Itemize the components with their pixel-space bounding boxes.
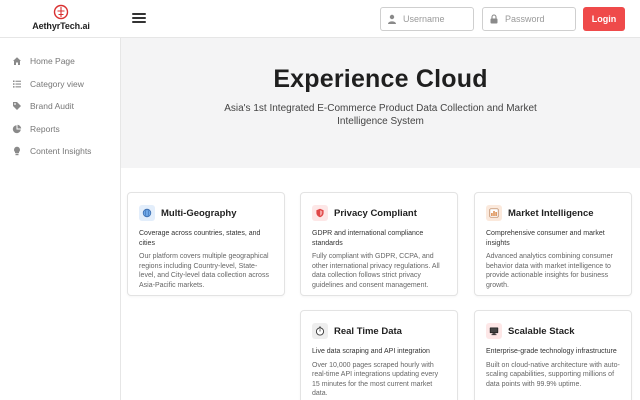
card-body: Over 10,000 pages scraped hourly with re…: [312, 361, 439, 398]
lightbulb-icon: [12, 146, 22, 156]
card-body: Fully compliant with GDPR, CCPA, and oth…: [312, 253, 440, 289]
lock-icon: [489, 14, 499, 24]
timer-icon: [312, 323, 328, 339]
globe-icon: [139, 205, 155, 221]
login-button[interactable]: Login: [583, 7, 625, 31]
sidebar-item-brand-audit[interactable]: Brand Audit: [0, 95, 120, 118]
hero-section: Experience Cloud Asia's 1st Integrated E…: [121, 38, 640, 168]
card-lead: Live data scraping and API integration: [312, 348, 430, 355]
brand-logo[interactable]: AethyrTech.ai: [30, 4, 92, 34]
feature-card-privacy-compliant: Privacy Compliant GDPR and international…: [300, 192, 458, 296]
card-lead: GDPR and international compliance standa…: [312, 230, 424, 247]
feature-card-multi-geography: Multi-Geography Coverage across countrie…: [127, 192, 285, 296]
username-field[interactable]: [380, 7, 474, 31]
card-title: Real Time Data: [334, 325, 402, 337]
home-icon: [12, 56, 22, 66]
list-icon: [12, 79, 22, 89]
pie-chart-icon: [12, 124, 22, 134]
user-icon: [387, 14, 397, 24]
card-body: Built on cloud-native architecture with …: [486, 361, 620, 388]
sidebar: Home Page Category view Brand Audit Repo…: [0, 38, 121, 400]
password-field[interactable]: [482, 7, 576, 31]
hamburger-menu-icon[interactable]: [132, 11, 146, 25]
card-title: Scalable Stack: [508, 325, 575, 337]
shield-icon: [312, 205, 328, 221]
sidebar-item-reports[interactable]: Reports: [0, 118, 120, 141]
feature-card-real-time-data: Real Time Data Live data scraping and AP…: [300, 310, 458, 400]
card-lead: Comprehensive consumer and market insigh…: [486, 230, 605, 247]
password-input[interactable]: [505, 14, 565, 24]
sidebar-item-label: Home Page: [30, 56, 75, 67]
sidebar-item-label: Category view: [30, 78, 84, 89]
bar-chart-icon: [486, 205, 502, 221]
card-body: Advanced analytics combining consumer be…: [486, 253, 613, 289]
sidebar-item-label: Content Insights: [30, 146, 92, 157]
hero-title: Experience Cloud: [273, 65, 488, 93]
brand-name: AethyrTech.ai: [32, 21, 90, 31]
card-body: Our platform covers multiple geographica…: [139, 253, 269, 289]
logo-emblem-icon: [53, 4, 69, 20]
card-title: Privacy Compliant: [334, 207, 417, 219]
sidebar-item-label: Brand Audit: [30, 101, 74, 112]
sidebar-item-home-page[interactable]: Home Page: [0, 50, 120, 73]
hero-subtitle: Asia's 1st Integrated E-Commerce Product…: [224, 103, 537, 127]
feature-card-market-intelligence: Market Intelligence Comprehensive consum…: [474, 192, 632, 296]
tag-icon: [12, 101, 22, 111]
card-lead: Enterprise-grade technology infrastructu…: [486, 348, 617, 355]
top-navbar: AethyrTech.ai Login: [0, 0, 640, 38]
card-title: Multi-Geography: [161, 207, 237, 219]
card-title: Market Intelligence: [508, 207, 594, 219]
monitor-icon: [486, 323, 502, 339]
sidebar-item-label: Reports: [30, 123, 60, 134]
username-input[interactable]: [403, 14, 463, 24]
card-lead: Coverage across countries, states, and c…: [139, 230, 261, 247]
sidebar-item-category-view[interactable]: Category view: [0, 73, 120, 96]
feature-card-scalable-stack: Scalable Stack Enterprise-grade technolo…: [474, 310, 632, 400]
sidebar-item-content-insights[interactable]: Content Insights: [0, 140, 120, 163]
